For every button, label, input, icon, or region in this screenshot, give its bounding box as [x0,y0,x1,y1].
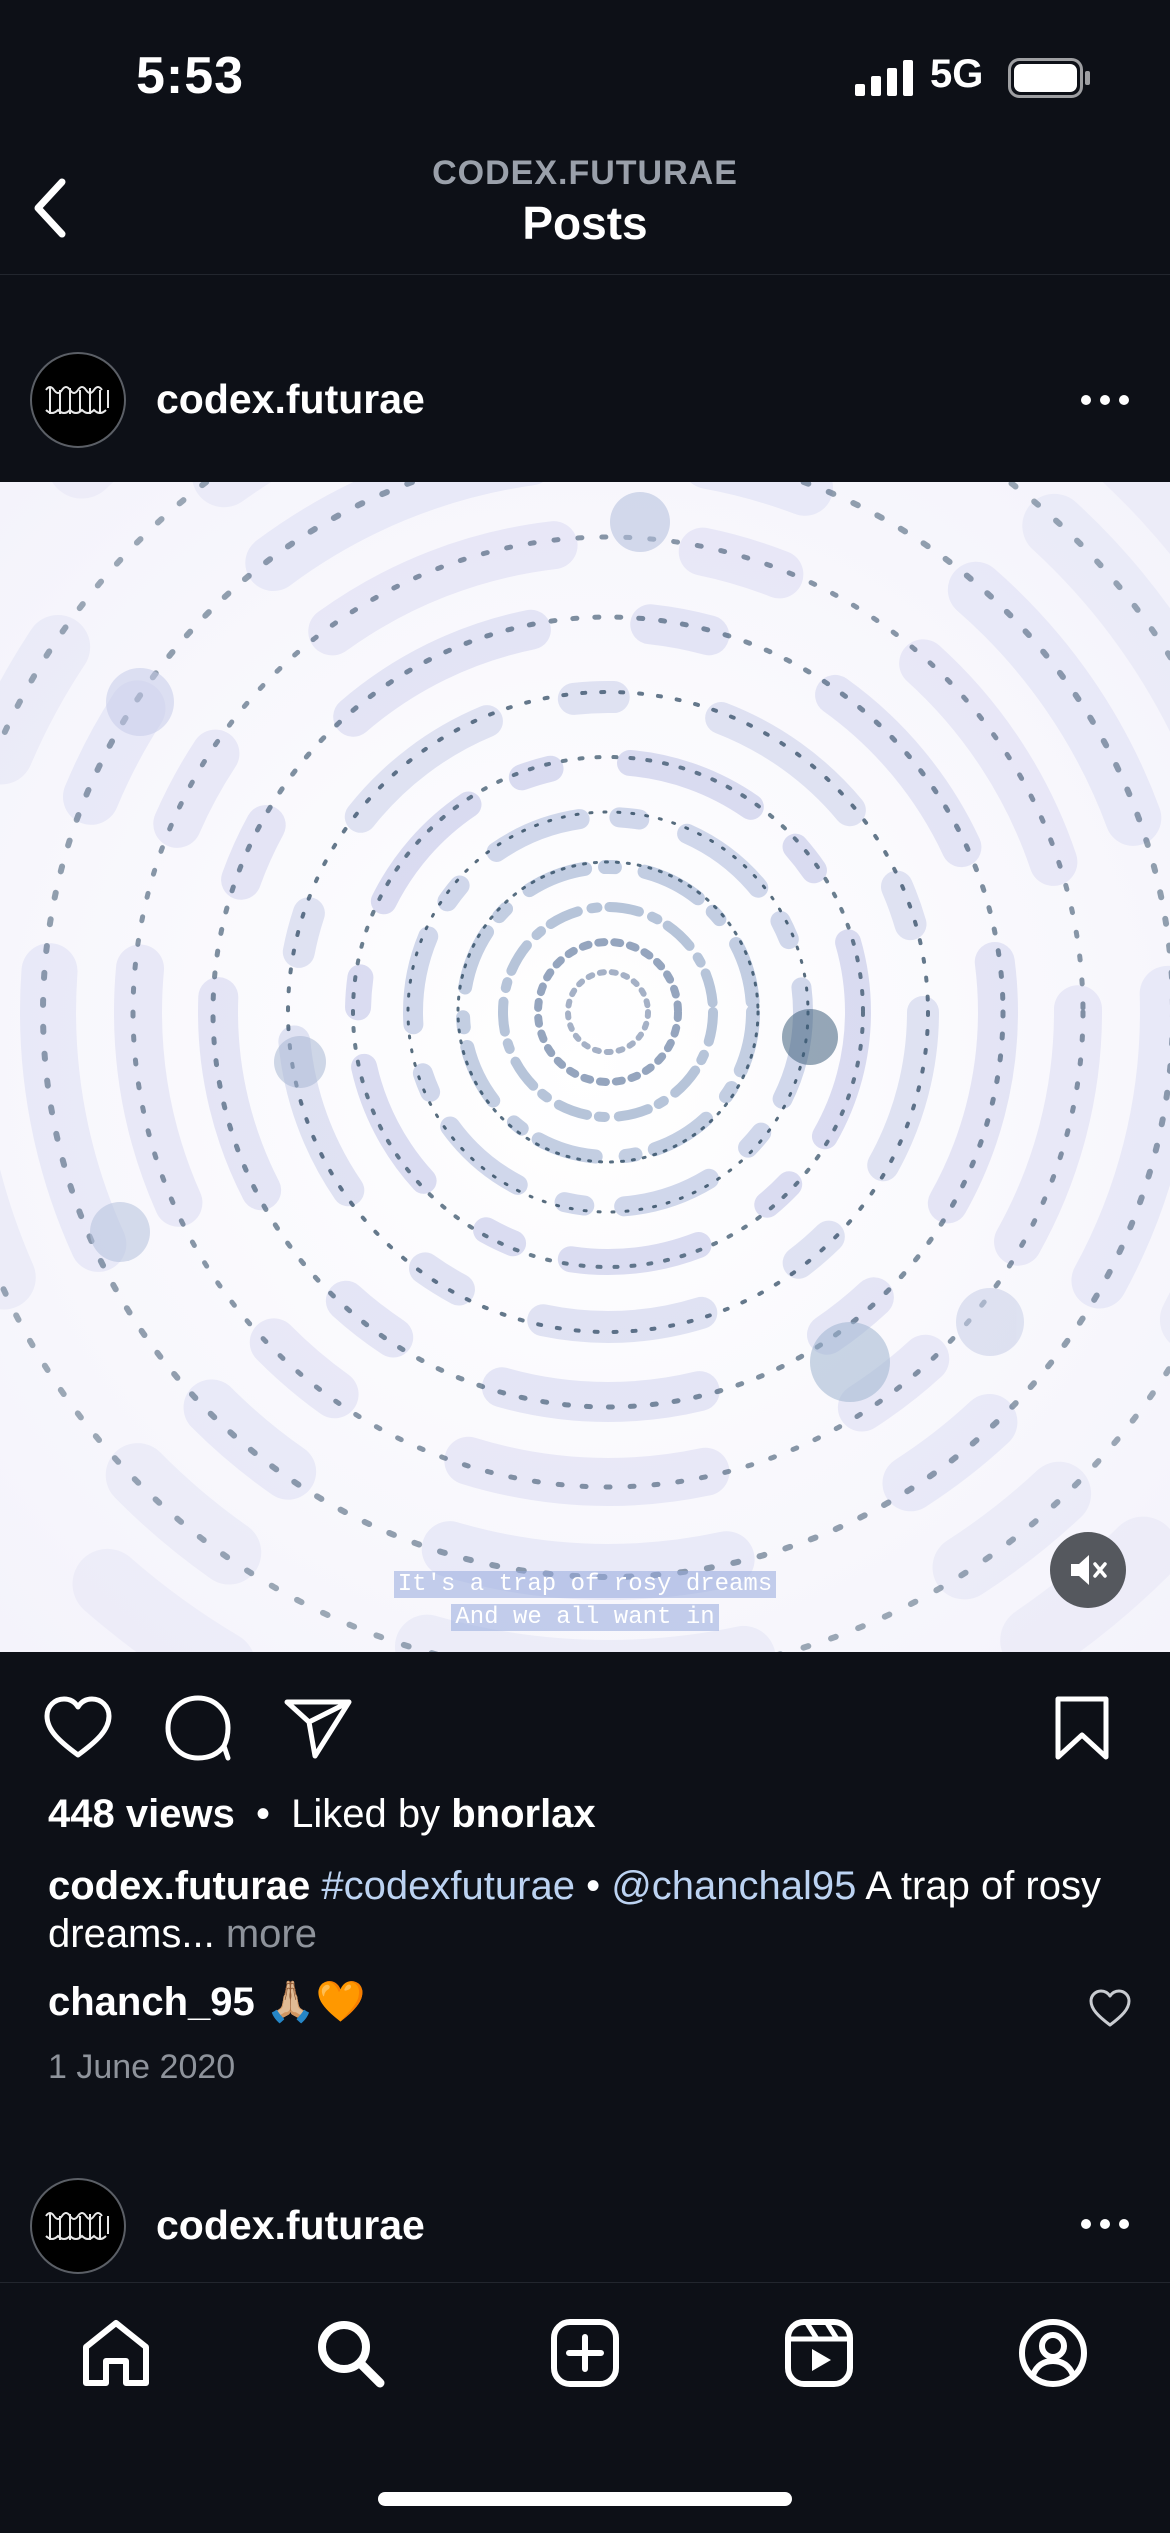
post-header: codex.futurae [0,2164,1170,2284]
profile-icon [1019,2319,1087,2387]
more-options-button[interactable] [1070,2204,1140,2244]
post-username[interactable]: codex.futurae [156,2202,425,2249]
tab-reels[interactable] [779,2313,859,2393]
avatar[interactable] [30,2178,126,2274]
video-caption-line: It's a trap of rosy dreams [393,1571,777,1598]
more-icon [1081,395,1129,405]
signal-icon [855,60,913,96]
more-icon [1081,2219,1129,2229]
more-options-button[interactable] [1070,380,1140,420]
liked-by-user[interactable]: bnorlax [451,1792,595,1836]
heart-icon [44,1696,112,1758]
video-caption-overlay: It's a trap of rosy dreams And we all wa… [0,1568,1170,1634]
avatar[interactable] [30,352,126,448]
mute-button[interactable] [1050,1532,1126,1608]
tab-create[interactable] [545,2313,625,2393]
post-video[interactable] [0,482,1170,1652]
post-stats: 448 views • Liked by bnorlax [48,1792,596,1837]
caption-hashtag[interactable]: #codexfuturae [321,1864,575,1908]
home-icon [83,2320,149,2386]
tab-home[interactable] [76,2313,156,2393]
reels-icon [785,2319,853,2387]
avatar-logo-icon [45,2212,109,2240]
comment-preview: chanch_95 🙏🏼🧡 [48,1978,366,2025]
separator: • [255,1792,270,1836]
nav-header: CODEX.FUTURAE Posts [0,140,1170,275]
home-indicator [378,2492,792,2506]
status-time: 5:53 [136,47,245,105]
post-header: codex.futurae [0,340,1170,460]
battery-icon [1008,58,1090,98]
comment-username[interactable]: chanch_95 [48,1980,255,2024]
header-subtitle: CODEX.FUTURAE [432,154,738,192]
video-caption-line: And we all want in [451,1604,719,1631]
save-button[interactable] [1044,1690,1120,1766]
tab-search[interactable] [310,2313,390,2393]
tab-profile[interactable] [1013,2313,1093,2393]
share-button[interactable] [280,1690,356,1766]
comment-text: 🙏🏼🧡 [265,1980,366,2024]
like-button[interactable] [40,1690,116,1766]
status-bar: 5:53 5G [0,0,1170,140]
caption-mention[interactable]: @chanchal95 [611,1864,856,1908]
create-icon [551,2319,619,2387]
search-icon [318,2321,385,2388]
caption-separator: • [586,1864,601,1908]
post-username[interactable]: codex.futurae [156,376,425,423]
comment-button[interactable] [160,1690,236,1766]
mute-icon [1071,1555,1107,1585]
post-date: 1 June 2020 [48,2048,236,2086]
spiral-artwork [0,482,1170,1652]
caption-more-link[interactable]: more [226,1912,317,1956]
post-caption: codex.futurae #codexfuturae • @chanchal9… [48,1862,1128,1958]
view-count[interactable]: 448 views [48,1792,235,1836]
avatar-logo-icon [45,386,109,414]
bookmark-icon [1055,1696,1109,1760]
page-title: Posts [522,197,648,249]
comment-heart-icon[interactable] [1088,1988,1132,2028]
share-icon [284,1699,352,1759]
comment-icon [165,1695,231,1761]
network-label: 5G [930,52,984,96]
liked-by-label: Liked by [291,1792,441,1836]
caption-username[interactable]: codex.futurae [48,1864,310,1908]
